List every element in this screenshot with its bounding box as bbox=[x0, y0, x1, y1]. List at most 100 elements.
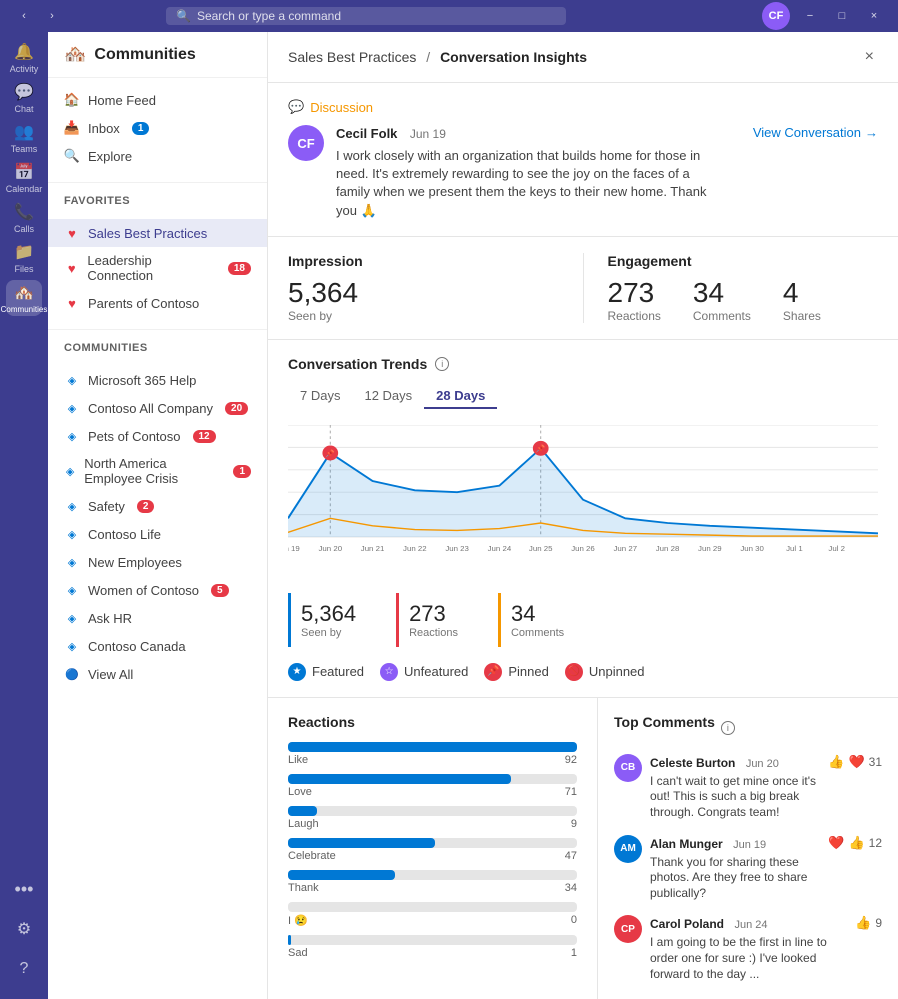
rail-item-communities[interactable]: 🏘️Communities bbox=[6, 280, 42, 316]
sidebar-item-ms365[interactable]: ◈ Microsoft 365 Help bbox=[48, 366, 267, 394]
community-icon-women: ◈ bbox=[64, 582, 80, 598]
bottom-split: Reactions Like92 Love71 Laugh9 bbox=[268, 698, 898, 999]
featured-icon: ★ bbox=[288, 663, 306, 681]
reactions-stat: 273 Reactions bbox=[608, 277, 661, 323]
back-button[interactable]: ‹ bbox=[12, 4, 36, 28]
communities-section: ◈ Microsoft 365 Help ◈ Contoso All Compa… bbox=[48, 358, 267, 696]
tab-7-days[interactable]: 7 Days bbox=[288, 384, 352, 409]
comment-carol: CP Carol Poland Jun 24 I am going to be … bbox=[614, 915, 882, 982]
svg-text:📌: 📌 bbox=[325, 448, 335, 458]
maximize-button[interactable]: □ bbox=[830, 4, 854, 28]
featured-button[interactable]: ★ Featured bbox=[288, 663, 364, 681]
reaction-sad-cry: I 😢0 bbox=[288, 902, 577, 927]
sidebar-item-new-employees-label: New Employees bbox=[88, 555, 182, 570]
breadcrumb: Sales Best Practices / Conversation Insi… bbox=[288, 49, 587, 65]
reactions-section: Reactions Like92 Love71 Laugh9 bbox=[268, 698, 598, 999]
pinned-button[interactable]: 📌 Pinned bbox=[484, 663, 548, 681]
sidebar-item-women[interactable]: ◈ Women of Contoso 5 bbox=[48, 576, 267, 604]
comment-author-carol: Carol Poland bbox=[650, 917, 724, 931]
reaction-like: Like92 bbox=[288, 742, 577, 766]
sidebar-item-view-all[interactable]: 🔵 View All bbox=[48, 660, 267, 688]
sidebar-item-safety-label: Safety bbox=[88, 499, 125, 514]
sidebar-item-new-employees[interactable]: ◈ New Employees bbox=[48, 548, 267, 576]
communities-label: Communities bbox=[48, 334, 267, 358]
rail-item-activity[interactable]: 🔔Activity bbox=[6, 40, 42, 76]
rail-item-teams[interactable]: 👥Teams bbox=[6, 120, 42, 156]
tab-28-days[interactable]: 28 Days bbox=[424, 384, 497, 409]
unpinned-icon: 🚫 bbox=[565, 663, 583, 681]
sidebar-item-contoso-all[interactable]: ◈ Contoso All Company 20 bbox=[48, 394, 267, 422]
chart-comments-label: Comments bbox=[511, 627, 564, 639]
breadcrumb-separator: / bbox=[426, 49, 434, 65]
community-icon-ms365: ◈ bbox=[64, 372, 80, 388]
sidebar-item-pets[interactable]: ◈ Pets of Contoso 12 bbox=[48, 422, 267, 450]
tab-12-days[interactable]: 12 Days bbox=[352, 384, 424, 409]
community-icon-safety: ◈ bbox=[64, 498, 80, 514]
comment-body-celeste: Celeste Burton Jun 20 I can't wait to ge… bbox=[650, 754, 820, 821]
top-bar: ‹ › 🔍 Search or type a command CF − □ × bbox=[0, 0, 898, 32]
sidebar-item-pets-label: Pets of Contoso bbox=[88, 429, 181, 444]
unfeatured-button[interactable]: ☆ Unfeatured bbox=[380, 663, 468, 681]
svg-text:Jun 24: Jun 24 bbox=[488, 544, 512, 553]
top-comments-info-icon[interactable]: i bbox=[721, 721, 735, 735]
comment-reactions-alan: ❤️ 👍 12 bbox=[828, 835, 882, 851]
community-icon-pets: ◈ bbox=[64, 428, 80, 444]
community-icon-ask-hr: ◈ bbox=[64, 610, 80, 626]
view-conversation-button[interactable]: View Conversation → bbox=[737, 125, 878, 140]
forward-button[interactable]: › bbox=[40, 4, 64, 28]
sidebar-item-leadership[interactable]: ♥ Leadership Connection 18 bbox=[48, 247, 267, 289]
north-america-badge: 1 bbox=[233, 465, 251, 478]
comment-body-alan: Alan Munger Jun 19 Thank you for sharing… bbox=[650, 835, 820, 902]
sidebar-item-north-america[interactable]: ◈ North America Employee Crisis 1 bbox=[48, 450, 267, 492]
rail-item-chat[interactable]: 💬Chat bbox=[6, 80, 42, 116]
sidebar-item-ask-hr[interactable]: ◈ Ask HR bbox=[48, 604, 267, 632]
rail-item-more[interactable]: ••• bbox=[6, 871, 42, 907]
reaction-celebrate: Celebrate47 bbox=[288, 838, 577, 862]
rail-item-calls[interactable]: 📞Calls bbox=[6, 200, 42, 236]
sidebar-item-sales-best-practices[interactable]: ♥ Sales Best Practices bbox=[48, 219, 267, 247]
minimize-button[interactable]: − bbox=[798, 4, 822, 28]
sidebar-item-contoso-canada[interactable]: ◈ Contoso Canada bbox=[48, 632, 267, 660]
stats-row: Impression 5,364 Seen by Engagement 273 … bbox=[268, 237, 898, 340]
panel-close-button[interactable]: × bbox=[861, 44, 878, 70]
unpinned-button[interactable]: 🚫 Unpinned bbox=[565, 663, 645, 681]
trends-title: Conversation Trends bbox=[288, 356, 427, 372]
sidebar-item-contoso-life[interactable]: ◈ Contoso Life bbox=[48, 520, 267, 548]
sidebar-item-inbox-label: Inbox bbox=[88, 121, 120, 136]
search-bar[interactable]: 🔍 Search or type a command bbox=[166, 7, 566, 25]
trend-chart: 0 50 100 150 200 250 bbox=[288, 425, 878, 565]
sidebar-header: 🏘️ Communities bbox=[48, 32, 267, 78]
search-icon: 🔍 bbox=[176, 9, 191, 23]
post-content: Cecil Folk Jun 19 I work closely with an… bbox=[336, 125, 725, 220]
women-badge: 5 bbox=[211, 584, 229, 597]
engagement-stats: 273 Reactions 34 Comments 4 Shares bbox=[608, 277, 879, 323]
svg-text:📌: 📌 bbox=[536, 443, 546, 453]
chart-stats: 5,364 Seen by 273 Reactions 34 Comments bbox=[288, 593, 878, 647]
svg-text:Jul 1: Jul 1 bbox=[786, 544, 803, 553]
rail-item-files[interactable]: 📁Files bbox=[6, 240, 42, 276]
comment-avatar-carol: CP bbox=[614, 915, 642, 943]
top-comments-section: Top Comments i CB Celeste Burton Jun 20 … bbox=[598, 698, 898, 999]
window-close-button[interactable]: × bbox=[862, 4, 886, 28]
reaction-love: Love71 bbox=[288, 774, 577, 798]
comment-avatar-celeste: CB bbox=[614, 754, 642, 782]
rail-item-calendar[interactable]: 📅Calendar bbox=[6, 160, 42, 196]
home-icon: 🏠 bbox=[64, 92, 80, 108]
svg-text:Jun 25: Jun 25 bbox=[529, 544, 553, 553]
main-panel: Sales Best Practices / Conversation Insi… bbox=[268, 32, 898, 999]
sidebar-item-home-feed[interactable]: 🏠 Home Feed bbox=[48, 86, 267, 114]
trends-info-icon[interactable]: i bbox=[435, 357, 449, 371]
rail-item-help[interactable]: ? bbox=[6, 951, 42, 987]
contoso-all-badge: 20 bbox=[225, 402, 248, 415]
breadcrumb-parent[interactable]: Sales Best Practices bbox=[288, 49, 416, 65]
reaction-count-alan: 12 bbox=[869, 836, 882, 850]
communities-icon: 🏘️ bbox=[64, 44, 86, 65]
rail-item-settings[interactable]: ⚙ bbox=[6, 911, 42, 947]
pinned-label: Pinned bbox=[508, 664, 548, 679]
user-avatar[interactable]: CF bbox=[762, 2, 790, 30]
sidebar-item-inbox[interactable]: 📥 Inbox 1 bbox=[48, 114, 267, 142]
heart-icon-sales: ♥ bbox=[64, 225, 80, 241]
sidebar-item-explore[interactable]: 🔍 Explore bbox=[48, 142, 267, 170]
sidebar-item-parents[interactable]: ♥ Parents of Contoso bbox=[48, 289, 267, 317]
sidebar-item-safety[interactable]: ◈ Safety 2 bbox=[48, 492, 267, 520]
